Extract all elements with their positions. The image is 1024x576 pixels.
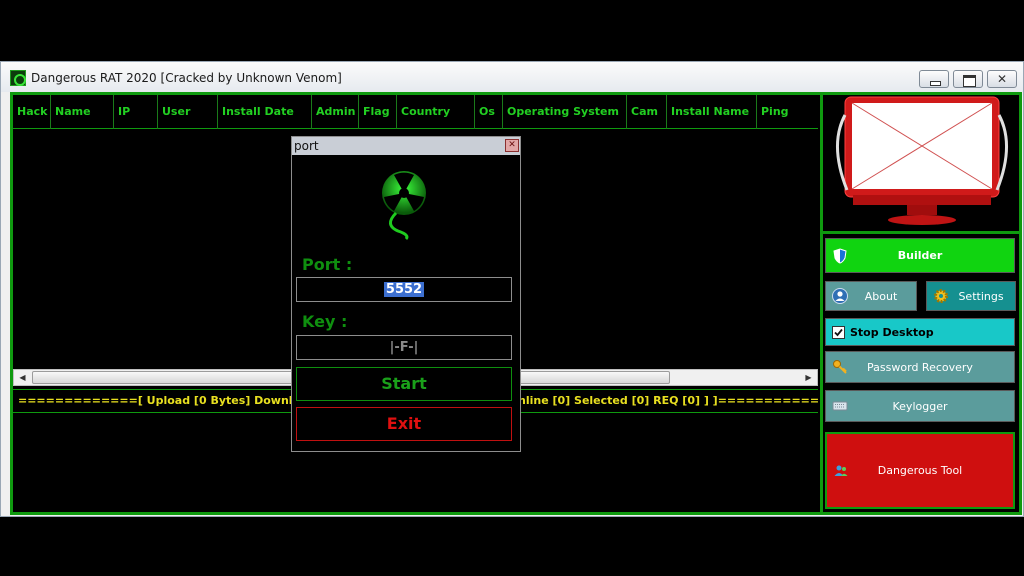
- window-title: Dangerous RAT 2020 [Cracked by Unknown V…: [31, 71, 342, 85]
- close-button[interactable]: ✕: [987, 70, 1017, 88]
- key-input[interactable]: |-F-|: [296, 335, 512, 360]
- monitor-image: [835, 96, 1009, 225]
- stop-desktop-label: Stop Desktop: [850, 325, 934, 339]
- port-dialog: port ✕ Port : 5552 Key : |-F-| Start Exi…: [291, 136, 521, 452]
- column-admin[interactable]: Admin: [312, 95, 359, 129]
- dangerous-tool-label: Dangerous Tool: [877, 464, 963, 477]
- dialog-close-button[interactable]: ✕: [505, 139, 519, 152]
- checkbox-checked-icon[interactable]: [832, 325, 845, 339]
- password-recovery-label: Password Recovery: [867, 360, 973, 374]
- sidebar: Builder About Settings Stop Desktop Pass…: [820, 95, 1019, 512]
- exit-button[interactable]: Exit: [296, 407, 512, 441]
- stop-desktop-toggle[interactable]: Stop Desktop: [825, 318, 1015, 346]
- keylogger-button[interactable]: Keylogger: [825, 390, 1015, 422]
- column-name[interactable]: Name: [51, 95, 114, 129]
- port-input[interactable]: 5552: [296, 277, 512, 302]
- close-icon: ✕: [508, 140, 516, 150]
- settings-label: Settings: [958, 289, 1004, 303]
- port-label: Port :: [302, 255, 353, 274]
- column-cam[interactable]: Cam: [627, 95, 667, 129]
- dialog-title: port: [294, 139, 319, 153]
- divider: [823, 231, 1019, 234]
- status-right-text: nline [0] Selected [0] REQ [0] ] ]======…: [518, 394, 818, 407]
- builder-button[interactable]: Builder: [825, 238, 1015, 273]
- settings-button[interactable]: Settings: [926, 281, 1016, 311]
- column-ip[interactable]: IP: [114, 95, 158, 129]
- screen: Dangerous RAT 2020 [Cracked by Unknown V…: [0, 0, 1024, 576]
- column-country[interactable]: Country: [397, 95, 475, 129]
- minimize-button[interactable]: [919, 70, 949, 88]
- column-install-date[interactable]: Install Date: [218, 95, 312, 129]
- column-operating-system[interactable]: Operating System: [503, 95, 627, 129]
- column-os[interactable]: Os: [475, 95, 503, 129]
- scroll-right-icon[interactable]: ▶: [800, 370, 817, 385]
- radioactive-icon: [382, 171, 426, 241]
- dangerous-tool-button[interactable]: Dangerous Tool: [825, 432, 1015, 509]
- key-label: Key :: [302, 312, 348, 331]
- dialog-title-bar[interactable]: port ✕: [292, 137, 520, 155]
- radioactive-icon: [10, 70, 26, 86]
- keylogger-label: Keylogger: [892, 399, 948, 413]
- list-header: Hack Name IP User Install Date Admin Fla…: [13, 95, 818, 129]
- column-install-name[interactable]: Install Name: [667, 95, 757, 129]
- about-button[interactable]: About: [825, 281, 917, 311]
- scroll-left-icon[interactable]: ◀: [14, 370, 31, 385]
- start-button[interactable]: Start: [296, 367, 512, 401]
- column-hack[interactable]: Hack: [13, 95, 51, 129]
- about-label: About: [864, 289, 898, 303]
- column-ping[interactable]: Ping: [757, 95, 818, 129]
- builder-label: Builder: [897, 249, 943, 262]
- password-recovery-button[interactable]: Password Recovery: [825, 351, 1015, 383]
- title-bar[interactable]: Dangerous RAT 2020 [Cracked by Unknown V…: [1, 62, 1023, 92]
- column-user[interactable]: User: [158, 95, 218, 129]
- column-flag[interactable]: Flag: [359, 95, 397, 129]
- close-icon: ✕: [996, 72, 1008, 86]
- status-left-text: =============[ Upload [0 Bytes] Download: [18, 394, 316, 407]
- port-value: 5552: [383, 282, 425, 297]
- maximize-button[interactable]: [953, 70, 983, 88]
